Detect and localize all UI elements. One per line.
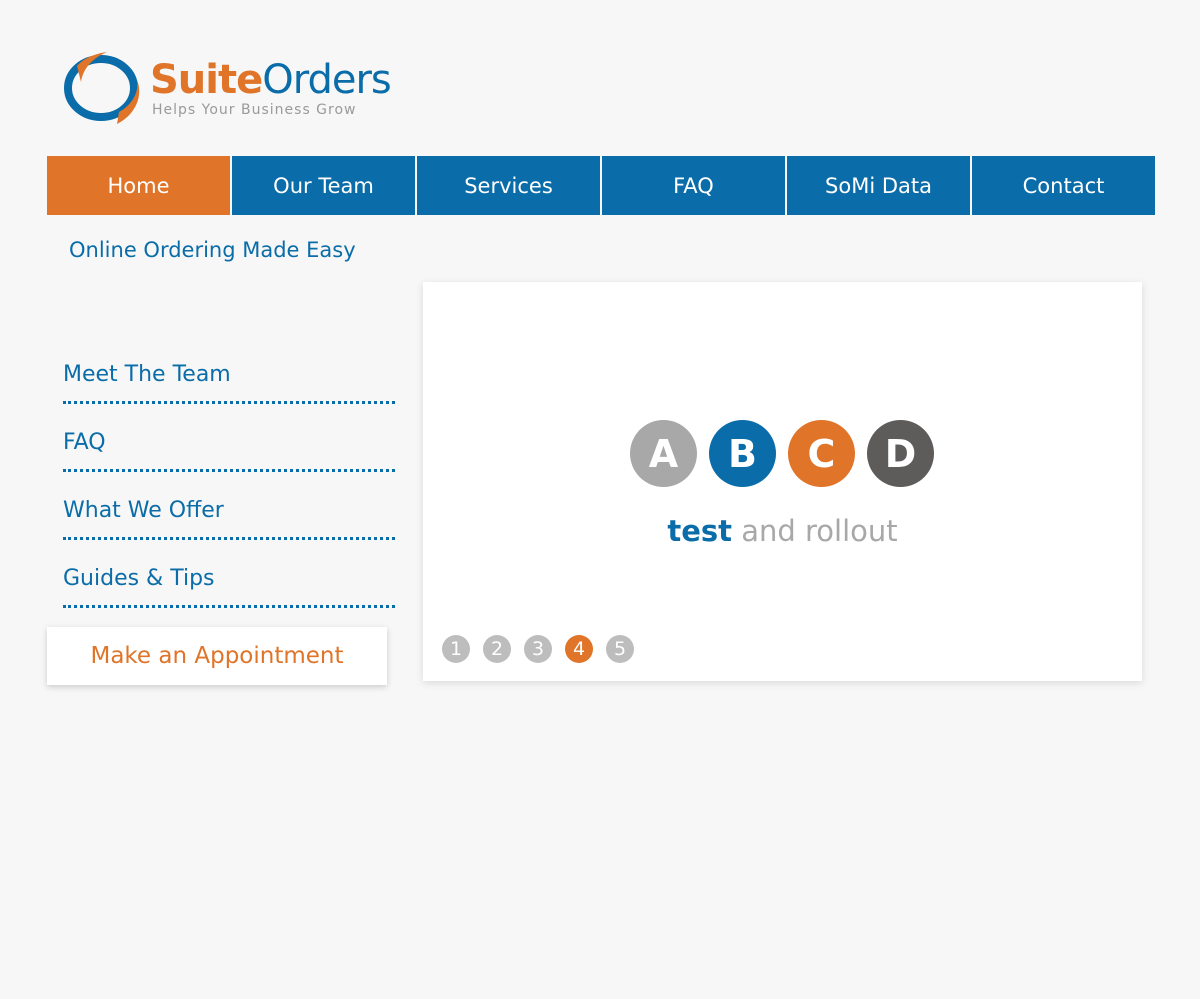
brand-name-orders: Orders (262, 57, 392, 103)
slider-page-3[interactable]: 3 (524, 635, 552, 663)
slider-page-1[interactable]: 1 (442, 635, 470, 663)
nav-contact[interactable]: Contact (972, 156, 1155, 215)
sidebar-link-what-we-offer[interactable]: What We Offer (63, 496, 395, 540)
sidebar-link-guides-tips[interactable]: Guides & Tips (63, 564, 395, 608)
nav-somi-data[interactable]: SoMi Data (787, 156, 970, 215)
slider-page-5[interactable]: 5 (606, 635, 634, 663)
sidebar: Meet The Team FAQ What We Offer Guides &… (63, 360, 395, 632)
sidebar-link-faq[interactable]: FAQ (63, 428, 395, 472)
slider-pagination: 1 2 3 4 5 (442, 635, 647, 663)
letter-circle-b: B (709, 420, 776, 487)
brand-name-suite: Suite (150, 57, 263, 103)
slide-letters: A B C D (630, 420, 934, 487)
letter-circle-a: A (630, 420, 697, 487)
slider-page-4[interactable]: 4 (565, 635, 593, 663)
logo-ring-icon (64, 52, 140, 124)
nav-services[interactable]: Services (417, 156, 600, 215)
brand-tagline: Helps Your Business Grow (152, 102, 357, 118)
make-appointment-button[interactable]: Make an Appointment (47, 627, 387, 685)
hero-slider: A B C D test and rollout 1 2 3 4 5 (423, 282, 1142, 681)
sidebar-link-meet-the-team[interactable]: Meet The Team (63, 360, 395, 404)
slide-caption-emphasis: test (667, 514, 732, 548)
nav-faq[interactable]: FAQ (602, 156, 785, 215)
letter-circle-d: D (867, 420, 934, 487)
nav-home[interactable]: Home (47, 156, 230, 215)
letter-circle-c: C (788, 420, 855, 487)
main-nav: Home Our Team Services FAQ SoMi Data Con… (47, 156, 1155, 215)
nav-our-team[interactable]: Our Team (232, 156, 415, 215)
brand-name: SuiteOrders (150, 57, 392, 103)
slide-caption: test and rollout (423, 514, 1142, 548)
logo[interactable]: SuiteOrders Helps Your Business Grow (63, 52, 403, 128)
page-subtitle: Online Ordering Made Easy (69, 238, 356, 262)
slider-page-2[interactable]: 2 (483, 635, 511, 663)
slide-caption-rest: and rollout (732, 514, 898, 548)
